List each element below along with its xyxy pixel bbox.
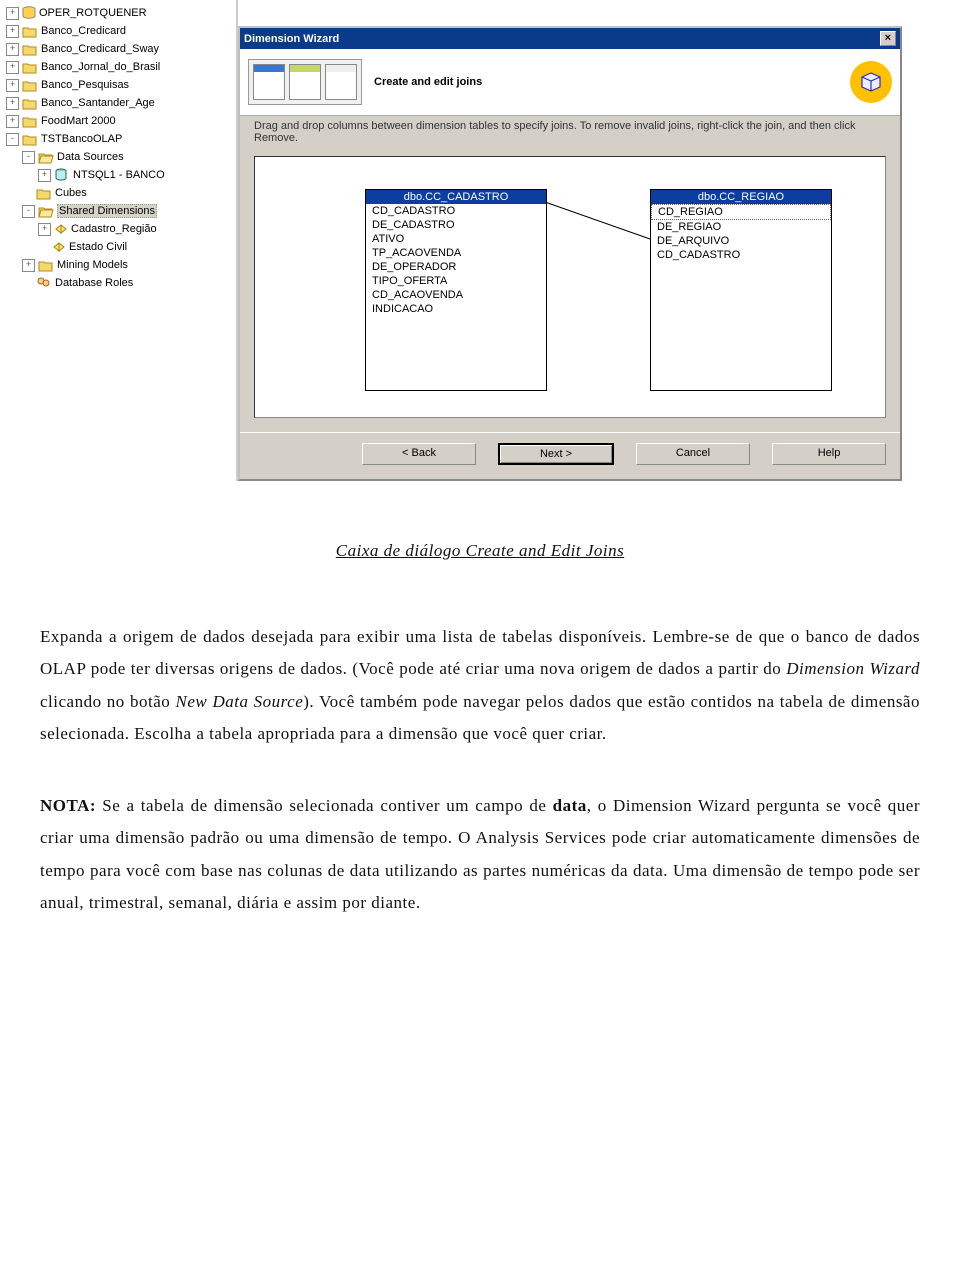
table-box-regiao[interactable]: dbo.CC_REGIAO CD_REGIAODE_REGIAODE_ARQUI… bbox=[650, 189, 832, 391]
expander-icon[interactable]: + bbox=[6, 115, 19, 128]
tree-item-label: OPER_ROTQUENER bbox=[39, 7, 147, 19]
wizard-description: Drag and drop columns between dimension … bbox=[240, 116, 900, 148]
tree-item[interactable]: + Banco_Credicard_Sway bbox=[6, 40, 236, 58]
table-column[interactable]: CD_CADASTRO bbox=[651, 248, 831, 262]
app-area: + OPER_ROTQUENER + Banco_Credicard + Banco_Cr… bbox=[0, 0, 960, 481]
tree-panel: + OPER_ROTQUENER + Banco_Credicard + Banco_Cr… bbox=[0, 0, 238, 481]
join-canvas[interactable]: dbo.CC_CADASTRO CD_CADASTRODE_CADASTROAT… bbox=[254, 156, 886, 418]
folder-icon bbox=[22, 79, 38, 92]
tree-item-label: Cubes bbox=[55, 187, 87, 199]
folder-icon bbox=[36, 187, 52, 200]
dim-icon bbox=[54, 222, 68, 236]
table-column[interactable]: CD_ACAOVENDA bbox=[366, 288, 546, 302]
tree-item-label: NTSQL1 - BANCO bbox=[73, 169, 165, 181]
folder-icon bbox=[22, 133, 38, 146]
dialog-title: Dimension Wizard bbox=[244, 33, 339, 45]
tree-item-label: Banco_Santander_Age bbox=[41, 97, 155, 109]
tree-item[interactable]: + Banco_Jornal_do_Brasil bbox=[6, 58, 236, 76]
expander-icon[interactable]: + bbox=[6, 7, 19, 20]
tree-item-label: Cadastro_Região bbox=[71, 223, 157, 235]
cancel-button[interactable]: Cancel bbox=[636, 443, 750, 465]
cyl-icon bbox=[22, 6, 36, 20]
expander-icon[interactable]: + bbox=[22, 259, 35, 272]
folder-open-icon bbox=[38, 205, 54, 218]
tree-item[interactable]: + Banco_Santander_Age bbox=[6, 94, 236, 112]
expander-icon[interactable]: + bbox=[38, 169, 51, 182]
tree-item[interactable]: - Shared Dimensions bbox=[6, 202, 236, 220]
tree-item-label: Banco_Credicard bbox=[41, 25, 126, 37]
tree-item-label: Estado Civil bbox=[69, 241, 127, 253]
next-button[interactable]: Next > bbox=[498, 443, 614, 465]
table-header: dbo.CC_CADASTRO bbox=[366, 190, 546, 204]
expander-icon[interactable]: + bbox=[6, 79, 19, 92]
tree-item[interactable]: + Mining Models bbox=[6, 256, 236, 274]
expander-icon[interactable]: + bbox=[6, 97, 19, 110]
tree-item-label: Banco_Pesquisas bbox=[41, 79, 129, 91]
wizard-button-bar: < Back Next > Cancel Help bbox=[240, 432, 900, 479]
tree-item[interactable]: Cubes bbox=[6, 184, 236, 202]
tree-item[interactable]: + Cadastro_Região bbox=[6, 220, 236, 238]
table-column[interactable]: CD_CADASTRO bbox=[366, 204, 546, 218]
table-header: dbo.CC_REGIAO bbox=[651, 190, 831, 204]
back-button[interactable]: < Back bbox=[362, 443, 476, 465]
dialog-titlebar: Dimension Wizard × bbox=[240, 28, 900, 49]
tree-item-label: Data Sources bbox=[57, 151, 124, 163]
table-column[interactable]: DE_CADASTRO bbox=[366, 218, 546, 232]
table-column[interactable]: TIPO_OFERTA bbox=[366, 274, 546, 288]
table-column[interactable]: ATIVO bbox=[366, 232, 546, 246]
tree-item[interactable]: + OPER_ROTQUENER bbox=[6, 4, 236, 22]
expander-icon[interactable]: + bbox=[6, 25, 19, 38]
wizard-diagram-icon bbox=[248, 59, 362, 105]
tree-item[interactable]: Estado Civil bbox=[6, 238, 236, 256]
table-box-cadastro[interactable]: dbo.CC_CADASTRO CD_CADASTRODE_CADASTROAT… bbox=[365, 189, 547, 391]
expander-icon[interactable]: + bbox=[38, 223, 51, 236]
table-column[interactable]: TP_ACAOVENDA bbox=[366, 246, 546, 260]
figure-caption: Caixa de diálogo Create and Edit Joins bbox=[40, 541, 920, 561]
tree-item[interactable]: - Data Sources bbox=[6, 148, 236, 166]
tree-item-label: Mining Models bbox=[57, 259, 128, 271]
tree-item-label: FoodMart 2000 bbox=[41, 115, 116, 127]
tree-item-label: Shared Dimensions bbox=[57, 204, 157, 218]
tree-item-label: Banco_Credicard_Sway bbox=[41, 43, 159, 55]
table-column[interactable]: DE_ARQUIVO bbox=[651, 234, 831, 248]
table-column[interactable]: CD_REGIAO bbox=[651, 204, 831, 220]
tree-item[interactable]: + Banco_Credicard bbox=[6, 22, 236, 40]
table-column[interactable]: DE_REGIAO bbox=[651, 220, 831, 234]
dimension-wizard-dialog: Dimension Wizard × Create and edit joins… bbox=[238, 26, 902, 481]
tree-item-label: Banco_Jornal_do_Brasil bbox=[41, 61, 160, 73]
tree-item[interactable]: Database Roles bbox=[6, 274, 236, 292]
tree-item[interactable]: + Banco_Pesquisas bbox=[6, 76, 236, 94]
folder-icon bbox=[22, 25, 38, 38]
expander-icon[interactable]: - bbox=[6, 133, 19, 146]
tree-item[interactable]: + FoodMart 2000 bbox=[6, 112, 236, 130]
expander-icon[interactable]: + bbox=[6, 43, 19, 56]
expander-icon[interactable]: + bbox=[6, 61, 19, 74]
wizard-heading: Create and edit joins bbox=[374, 76, 838, 88]
paragraph-2: NOTA: Se a tabela de dimensão selecionad… bbox=[40, 790, 920, 919]
expander-icon[interactable]: - bbox=[22, 151, 35, 164]
folder-icon bbox=[22, 43, 38, 56]
folder-icon bbox=[22, 61, 38, 74]
tree-item[interactable]: - TSTBancoOLAP bbox=[6, 130, 236, 148]
help-button[interactable]: Help bbox=[772, 443, 886, 465]
close-button[interactable]: × bbox=[880, 31, 896, 46]
tree-item-label: Database Roles bbox=[55, 277, 133, 289]
tree-item[interactable]: + NTSQL1 - BANCO bbox=[6, 166, 236, 184]
table-column[interactable]: INDICACAO bbox=[366, 302, 546, 316]
expander-icon[interactable]: - bbox=[22, 205, 35, 218]
folder-icon bbox=[22, 115, 38, 128]
wizard-header: Create and edit joins bbox=[240, 49, 900, 116]
document-body: Caixa de diálogo Create and Edit Joins E… bbox=[0, 481, 960, 969]
folder-icon bbox=[38, 259, 54, 272]
folder-open-icon bbox=[38, 151, 54, 164]
db-icon bbox=[54, 168, 70, 182]
dim-icon bbox=[52, 240, 66, 254]
paragraph-1: Expanda a origem de dados desejada para … bbox=[40, 621, 920, 750]
roles-icon bbox=[36, 276, 52, 290]
tree-item-label: TSTBancoOLAP bbox=[41, 133, 122, 145]
cube-icon bbox=[850, 61, 892, 103]
table-column[interactable]: DE_OPERADOR bbox=[366, 260, 546, 274]
folder-icon bbox=[22, 97, 38, 110]
